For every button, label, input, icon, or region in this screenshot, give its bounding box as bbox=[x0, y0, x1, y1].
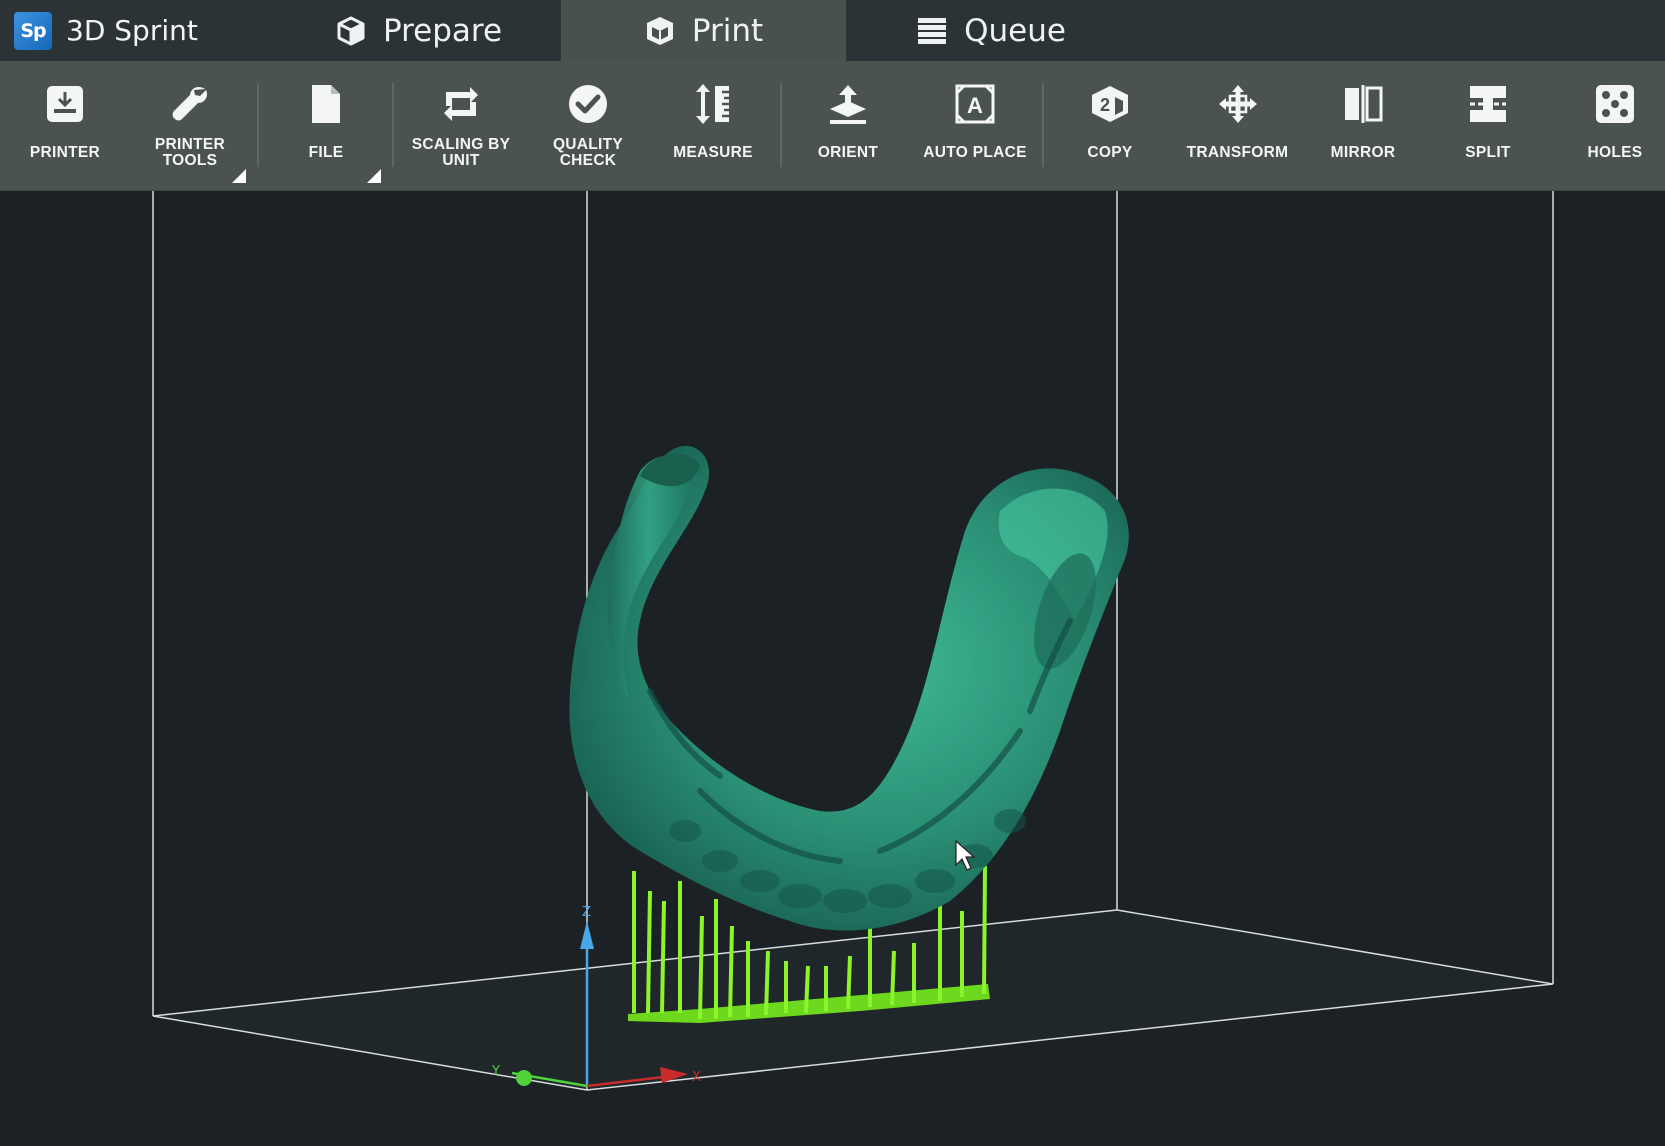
z-axis-label: Z bbox=[582, 905, 591, 920]
app-name: 3D Sprint bbox=[66, 14, 198, 47]
tab-label: Queue bbox=[964, 12, 1066, 49]
copy-label: COPY bbox=[1087, 144, 1133, 161]
top-bar: Sp 3D Sprint Prepare Print Queue bbox=[0, 0, 1665, 61]
auto-place-button[interactable]: A AUTO PLACE bbox=[916, 61, 1034, 191]
toolbar-divider bbox=[780, 83, 782, 167]
wrench-icon bbox=[169, 81, 211, 127]
transform-arrows-icon bbox=[1217, 81, 1259, 127]
printer-label: PRINTER bbox=[29, 144, 101, 161]
y-axis-label: Y bbox=[491, 1064, 500, 1079]
tab-print[interactable]: Print bbox=[561, 0, 846, 61]
file-button[interactable]: FILE bbox=[276, 61, 376, 191]
toolbar: PRINTER PRINTER TOOLS FILE SCALING BY UN… bbox=[0, 61, 1665, 191]
split-button[interactable]: SPLIT bbox=[1438, 61, 1538, 191]
tab-label: Print bbox=[691, 12, 764, 49]
scaling-by-unit-label: SCALING BY UNIT bbox=[411, 136, 511, 169]
svg-text:2: 2 bbox=[1100, 95, 1110, 115]
toolbar-divider bbox=[257, 83, 259, 167]
transform-button[interactable]: TRANSFORM bbox=[1175, 61, 1300, 191]
queue-list-icon bbox=[916, 15, 948, 47]
measure-label: MEASURE bbox=[673, 144, 753, 161]
auto-place-icon: A bbox=[954, 81, 996, 127]
quality-check-label: QUALITY CHECK bbox=[552, 136, 624, 169]
orient-label: ORIENT bbox=[817, 144, 879, 161]
tab-label: Prepare bbox=[382, 12, 503, 49]
scale-refresh-icon bbox=[440, 81, 482, 127]
file-label: FILE bbox=[308, 144, 344, 161]
measure-button[interactable]: MEASURE bbox=[663, 61, 763, 191]
printer-tools-label: PRINTER TOOLS bbox=[154, 136, 226, 169]
cube-icon bbox=[335, 15, 367, 47]
file-icon bbox=[309, 81, 343, 127]
split-icon bbox=[1467, 81, 1509, 127]
printer-icon bbox=[45, 81, 85, 127]
measure-icon bbox=[693, 81, 733, 127]
mirror-label: MIRROR bbox=[1330, 144, 1396, 161]
tab-queue[interactable]: Queue bbox=[846, 0, 1136, 61]
toolbar-divider bbox=[392, 83, 394, 167]
printer-tools-dropdown-indicator[interactable] bbox=[232, 169, 246, 183]
transform-label: TRANSFORM bbox=[1186, 144, 1289, 161]
orient-icon bbox=[827, 81, 869, 127]
svg-text:A: A bbox=[967, 93, 983, 118]
toolbar-divider bbox=[1042, 83, 1044, 167]
build-volume bbox=[152, 191, 1554, 1091]
copy-cube-icon: 2 bbox=[1089, 81, 1131, 127]
printer-tools-button[interactable]: PRINTER TOOLS bbox=[140, 61, 240, 191]
3d-viewport[interactable]: Z X Y bbox=[0, 191, 1665, 1146]
holes-button[interactable]: HOLES bbox=[1565, 61, 1665, 191]
copy-button[interactable]: 2 COPY bbox=[1060, 61, 1160, 191]
x-axis-label: X bbox=[692, 1070, 701, 1085]
holes-dice-icon bbox=[1594, 81, 1636, 127]
checkmark-circle-icon bbox=[567, 81, 609, 127]
mirror-button[interactable]: MIRROR bbox=[1313, 61, 1413, 191]
scaling-by-unit-button[interactable]: SCALING BY UNIT bbox=[405, 61, 517, 191]
mirror-icon bbox=[1342, 81, 1384, 127]
dental-model[interactable] bbox=[569, 445, 1129, 931]
printer-button[interactable]: PRINTER bbox=[14, 61, 116, 191]
app-logo-icon: Sp bbox=[14, 11, 52, 50]
orient-button[interactable]: ORIENT bbox=[798, 61, 898, 191]
app-brand: Sp 3D Sprint bbox=[0, 0, 276, 61]
scene-canvas[interactable]: Z X Y bbox=[0, 191, 1665, 1146]
tab-prepare[interactable]: Prepare bbox=[276, 0, 561, 61]
auto-place-label: AUTO PLACE bbox=[923, 144, 1027, 161]
cube-print-icon bbox=[644, 15, 676, 47]
split-label: SPLIT bbox=[1465, 144, 1511, 161]
file-dropdown-indicator[interactable] bbox=[367, 169, 381, 183]
quality-check-button[interactable]: QUALITY CHECK bbox=[538, 61, 638, 191]
holes-label: HOLES bbox=[1587, 144, 1643, 161]
